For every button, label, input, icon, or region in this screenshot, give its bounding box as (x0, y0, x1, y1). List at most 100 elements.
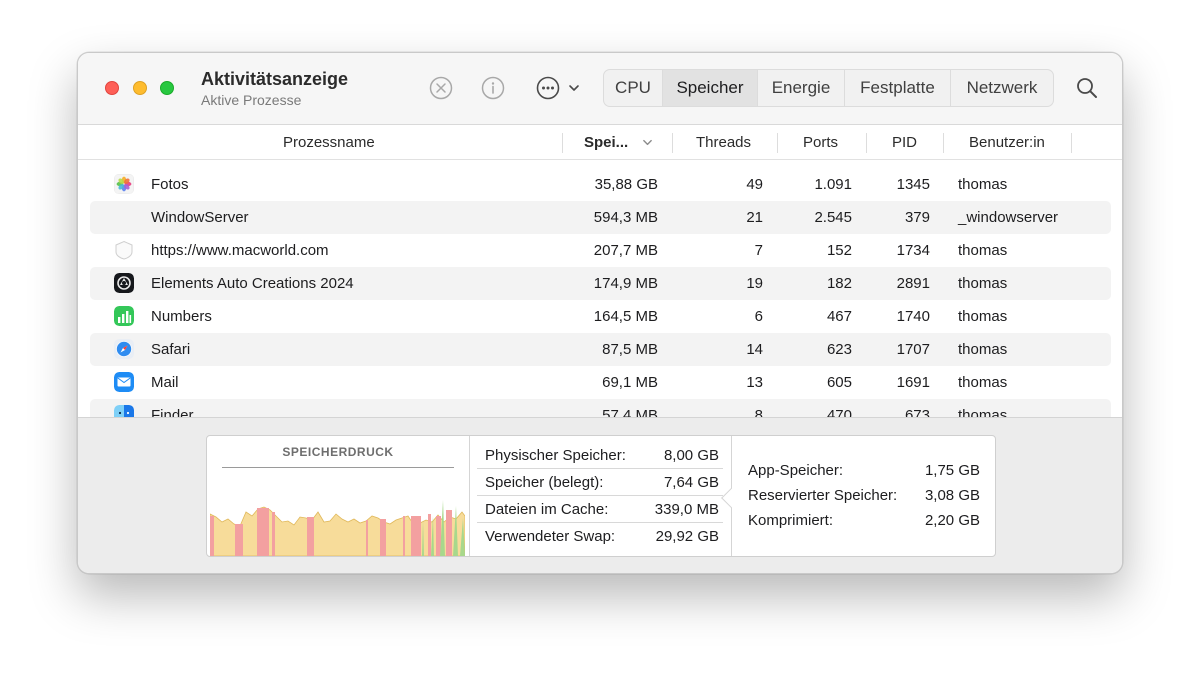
process-threads: 6 (754, 308, 763, 325)
stat-value: 8,00 GB (663, 446, 719, 464)
process-ports: 2.545 (814, 209, 852, 226)
column-header-user[interactable]: Benutzer:in (969, 125, 1045, 160)
breakdown-compressed: Komprimiert: 2,20 GB (748, 508, 980, 533)
safari-app-icon (114, 339, 134, 359)
process-name: https://www.macworld.com (151, 242, 329, 259)
magnifying-glass-icon (1077, 78, 1097, 98)
tab-cpu[interactable]: CPU (604, 70, 663, 106)
memory-pressure-title: SPEICHERDRUCK (282, 445, 394, 459)
tab-disk[interactable]: Festplatte (845, 70, 951, 106)
column-header-ports[interactable]: Ports (803, 125, 838, 160)
table-header: Prozessname Spei... Threads Ports PID Be… (78, 125, 1122, 160)
photos-app-icon (114, 174, 134, 194)
stat-swap-used: Verwendeter Swap: 29,92 GB (477, 523, 723, 550)
inspect-process-button[interactable] (481, 76, 505, 100)
stat-value: 29,92 GB (655, 528, 719, 545)
breakdown-label: App-Speicher: (748, 462, 844, 479)
table-row[interactable]: Fotos 35,88 GB 49 1.091 1345 thomas (90, 168, 1111, 201)
table-row[interactable]: Mail 69,1 MB 13 605 1691 thomas (90, 366, 1111, 399)
breakdown-label: Komprimiert: (748, 512, 834, 529)
column-divider[interactable] (1071, 133, 1072, 153)
process-pid: 1345 (896, 176, 930, 193)
numbers-app-icon (114, 306, 134, 326)
process-memory: 35,88 GB (594, 176, 658, 193)
breakdown-value: 3,08 GB (924, 487, 980, 504)
column-header-threads[interactable]: Threads (696, 125, 751, 160)
table-row[interactable]: https://www.macworld.com 207,7 MB 7 152 … (90, 234, 1111, 267)
stat-label: Speicher (belegt): (485, 473, 604, 491)
process-pid: 1740 (896, 308, 930, 325)
zoom-window-button[interactable] (160, 81, 174, 95)
window-subtitle: Aktive Prozesse (201, 92, 302, 108)
stat-cached-files: Dateien im Cache: 339,0 MB (477, 496, 723, 523)
more-actions-menu[interactable] (536, 76, 584, 100)
process-list: Fotos 35,88 GB 49 1.091 1345 thomas Wind… (78, 161, 1122, 417)
process-user: thomas (958, 308, 1008, 325)
process-pid: 1691 (896, 374, 930, 391)
memory-pressure-graph (210, 500, 465, 556)
memory-summary-area: SPEICHERDRUCK Physischer Speicher: 8,00 … (78, 417, 1122, 573)
column-divider[interactable] (672, 133, 673, 153)
tab-memory[interactable]: Speicher (663, 70, 758, 106)
column-divider[interactable] (866, 133, 867, 153)
process-name: WindowServer (151, 209, 249, 226)
search-button[interactable] (1075, 76, 1099, 100)
table-row[interactable]: Numbers 164,5 MB 6 467 1740 thomas (90, 300, 1111, 333)
process-ports: 152 (826, 242, 852, 259)
tab-energy[interactable]: Energie (758, 70, 845, 106)
toolbar: Aktivitätsanzeige Aktive Prozesse CPU Sp… (78, 53, 1122, 125)
process-name: Fotos (151, 176, 189, 193)
close-window-button[interactable] (105, 81, 119, 95)
table-row[interactable]: WindowServer 594,3 MB 21 2.545 379 _wind… (90, 201, 1111, 234)
stat-label: Physischer Speicher: (485, 446, 626, 464)
process-user: thomas (958, 275, 1008, 292)
process-threads: 7 (754, 242, 763, 259)
column-divider[interactable] (943, 133, 944, 153)
tab-network[interactable]: Netzwerk (951, 70, 1053, 106)
process-threads: 19 (746, 275, 763, 292)
process-memory: 69,1 MB (602, 374, 658, 391)
column-divider[interactable] (562, 133, 563, 153)
mail-app-icon (114, 372, 134, 392)
process-threads: 14 (746, 341, 763, 358)
elements-app-icon (114, 273, 134, 293)
stat-memory-used: Speicher (belegt): 7,64 GB (477, 469, 723, 496)
table-row[interactable]: Safari 87,5 MB 14 623 1707 thomas (90, 333, 1111, 366)
column-header-pid[interactable]: PID (892, 125, 917, 160)
process-memory: 164,5 MB (593, 308, 658, 325)
breakdown-app-memory: App-Speicher: 1,75 GB (748, 458, 980, 483)
process-threads: 13 (746, 374, 763, 391)
process-ports: 1.091 (814, 176, 852, 193)
process-name: Safari (151, 341, 191, 358)
column-header-memory[interactable]: Spei... (584, 125, 682, 160)
sort-descending-icon (643, 139, 653, 146)
process-pid: 1707 (896, 341, 930, 358)
process-name: Numbers (151, 308, 212, 325)
process-memory: 87,5 MB (602, 341, 658, 358)
table-row[interactable]: Finder 57,4 MB 8 470 673 thomas (90, 399, 1111, 417)
table-row[interactable]: Elements Auto Creations 2024 174,9 MB 19… (90, 267, 1111, 300)
process-name: Mail (151, 374, 179, 391)
process-pid: 379 (904, 209, 930, 226)
info-circle-icon (481, 76, 505, 100)
minimize-window-button[interactable] (133, 81, 147, 95)
column-header-name[interactable]: Prozessname (283, 125, 375, 160)
process-memory: 594,3 MB (593, 209, 658, 226)
process-user: thomas (958, 374, 1008, 391)
process-ports: 623 (826, 341, 852, 358)
process-ports: 467 (826, 308, 852, 325)
process-memory: 57,4 MB (602, 407, 658, 417)
process-ports: 182 (826, 275, 852, 292)
stat-label: Dateien im Cache: (485, 500, 609, 518)
process-user: thomas (958, 176, 1008, 193)
process-ports: 605 (826, 374, 852, 391)
process-user: _windowserver (958, 209, 1059, 226)
column-header-memory-label: Spei... (584, 134, 629, 151)
callout-pointer (721, 488, 741, 508)
column-divider[interactable] (777, 133, 778, 153)
process-pid: 2891 (896, 275, 930, 292)
stop-process-button[interactable] (429, 76, 453, 100)
shield-icon (115, 240, 133, 260)
xmark-circle-icon (429, 76, 453, 100)
process-pid: 1734 (896, 242, 930, 259)
